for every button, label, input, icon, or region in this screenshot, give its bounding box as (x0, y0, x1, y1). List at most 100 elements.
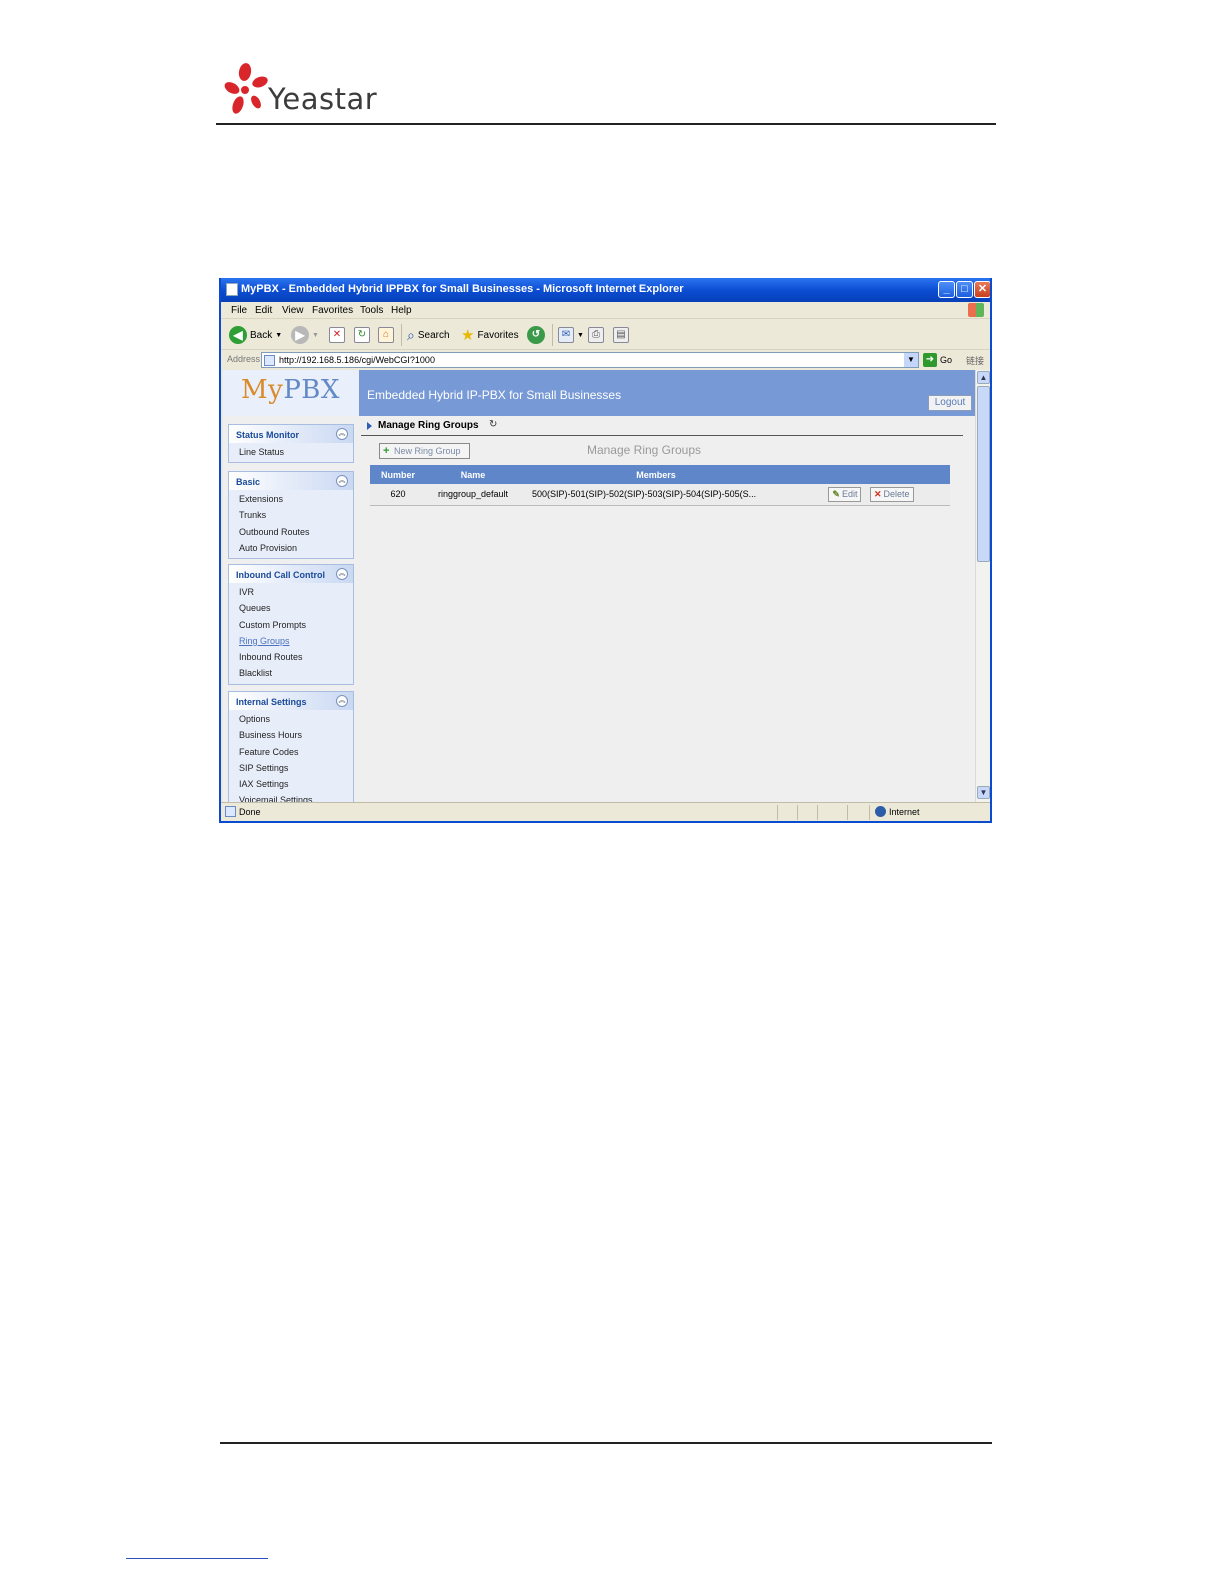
edit-button[interactable]: ✎ Edit (828, 486, 862, 502)
sidebar-item-ivr[interactable]: IVR (239, 584, 353, 600)
sidebar-item-line-status[interactable]: Line Status (239, 444, 353, 460)
scroll-thumb[interactable] (977, 386, 990, 562)
sidebar-item-queues[interactable]: Queues (239, 600, 353, 616)
window-title: MyPBX - Embedded Hybrid IPPBX for Small … (241, 283, 684, 295)
go-button[interactable]: ➜ Go (923, 353, 952, 367)
minimize-button[interactable]: _ (938, 281, 955, 298)
page-icon (264, 355, 275, 366)
menu-edit[interactable]: Edit (255, 305, 272, 316)
status-bar: Done Internet (221, 802, 990, 821)
app-slogan: Embedded Hybrid IP-PBX for Small Busines… (367, 388, 622, 402)
menu-view[interactable]: View (282, 305, 304, 316)
scroll-up-icon[interactable]: ▲ (977, 371, 990, 384)
mail-button[interactable]: ✉ ▼ (558, 325, 584, 345)
collapse-icon[interactable]: ︽ (336, 475, 348, 487)
column-header-members: Members (520, 465, 792, 484)
maximize-button[interactable]: □ (956, 281, 973, 298)
favorites-button[interactable]: ★ Favorites (461, 325, 519, 345)
print-button[interactable]: ⎙ (588, 325, 604, 345)
sidebar-item-auto-provision[interactable]: Auto Provision (239, 540, 353, 556)
sidebar-item-options[interactable]: Options (239, 711, 353, 727)
sidebar-item-iax-settings[interactable]: IAX Settings (239, 776, 353, 792)
status-divider (847, 805, 848, 820)
nav-group-internal-settings: Internal Settings ︽ Options Business Hou… (228, 691, 354, 802)
nav-group-header[interactable]: Internal Settings ︽ (229, 692, 353, 710)
address-url: http://192.168.5.186/cgi/WebCGI?1000 (279, 355, 435, 365)
sidebar-item-inbound-routes[interactable]: Inbound Routes (239, 649, 353, 665)
column-header-name: Name (426, 465, 520, 484)
refresh-icon[interactable]: ↻ (489, 419, 497, 430)
close-button[interactable]: ✕ (974, 281, 990, 298)
app-header: Embedded Hybrid IP-PBX for Small Busines… (359, 370, 975, 416)
back-arrow-icon: ◀ (229, 326, 247, 344)
scroll-down-icon[interactable]: ▼ (977, 786, 990, 799)
column-header-actions (792, 465, 950, 484)
cell-actions: ✎ Edit ✕ Delete (792, 484, 950, 506)
collapse-icon[interactable]: ︽ (336, 568, 348, 580)
menu-file[interactable]: File (231, 305, 247, 316)
stop-button[interactable]: ✕ (329, 325, 345, 345)
nav-group-inbound-call-control: Inbound Call Control ︽ IVR Queues Custom… (228, 564, 354, 685)
sidebar-item-feature-codes[interactable]: Feature Codes (239, 744, 353, 760)
page-viewport: MyPBX Embedded Hybrid IP-PBX for Small B… (223, 370, 975, 802)
refresh-icon: ↻ (354, 327, 370, 343)
nav-group-title: Basic (236, 477, 261, 487)
sidebar-item-outbound-routes[interactable]: Outbound Routes (239, 524, 353, 540)
links-label[interactable]: 链接 (966, 354, 984, 367)
home-button[interactable]: ⌂ (378, 325, 394, 345)
sidebar-item-ring-groups[interactable]: Ring Groups (239, 633, 353, 649)
logout-button[interactable]: Logout (928, 395, 972, 411)
cell-number: 620 (370, 484, 426, 506)
yeastar-logo-text: Yeastar (268, 82, 378, 116)
edit-label: Edit (841, 488, 858, 499)
sidebar-item-sip-settings[interactable]: SIP Settings (239, 760, 353, 776)
delete-label: Delete (883, 488, 910, 499)
sidebar-item-extensions[interactable]: Extensions (239, 491, 353, 507)
nav-group-header[interactable]: Basic ︽ (229, 472, 353, 490)
page-title: Manage Ring Groups (586, 443, 702, 457)
search-button[interactable]: ⌕ Search (407, 325, 450, 345)
nav-group-title: Status Monitor (236, 430, 299, 440)
sidebar-item-business-hours[interactable]: Business Hours (239, 727, 353, 743)
forward-dropdown-icon: ▼ (312, 331, 319, 339)
nav-group-title: Internal Settings (236, 697, 307, 707)
address-dropdown-icon[interactable]: ▼ (904, 353, 918, 367)
globe-icon (875, 806, 886, 817)
toolbar: ◀ Back ▼ ▶ ▼ ✕ ↻ ⌂ ⌕ Search ★ Favorites … (221, 320, 990, 350)
cell-members: 500(SIP)-501(SIP)-502(SIP)-503(SIP)-504(… (520, 484, 792, 506)
home-icon: ⌂ (378, 327, 394, 343)
browser-window: MyPBX - Embedded Hybrid IPPBX for Small … (219, 278, 992, 823)
vertical-scrollbar[interactable]: ▲ ▼ (975, 370, 990, 802)
sidebar-item-blacklist[interactable]: Blacklist (239, 665, 353, 681)
address-input[interactable]: http://192.168.5.186/cgi/WebCGI?1000 ▼ (261, 352, 919, 368)
title-bar[interactable]: MyPBX - Embedded Hybrid IPPBX for Small … (221, 278, 990, 302)
delete-button[interactable]: ✕ Delete (870, 486, 914, 502)
go-arrow-icon: ➜ (923, 353, 937, 367)
nav-group-header[interactable]: Inbound Call Control ︽ (229, 565, 353, 583)
sidebar-item-custom-prompts[interactable]: Custom Prompts (239, 617, 353, 633)
menu-help[interactable]: Help (391, 305, 412, 316)
menu-tools[interactable]: Tools (360, 305, 383, 316)
back-button[interactable]: ◀ Back ▼ (229, 325, 282, 345)
ring-groups-table: Number Name Members 620 ringgroup_defaul… (370, 465, 950, 506)
history-button[interactable]: ↺ (527, 325, 545, 345)
table-row: 620 ringgroup_default 500(SIP)-501(SIP)-… (370, 484, 950, 506)
collapse-icon[interactable]: ︽ (336, 428, 348, 440)
sidebar-item-trunks[interactable]: Trunks (239, 507, 353, 523)
delete-icon: ✕ (874, 488, 882, 499)
nav-group-header[interactable]: Status Monitor ︽ (229, 425, 353, 443)
toolbar-separator (552, 324, 553, 346)
menu-favorites[interactable]: Favorites (312, 305, 353, 316)
arrow-right-icon (367, 422, 372, 430)
sidebar-item-voicemail-settings[interactable]: Voicemail Settings (239, 792, 353, 802)
edit-page-button[interactable]: ▤ (613, 325, 629, 345)
refresh-button[interactable]: ↻ (354, 325, 370, 345)
edit-page-icon: ▤ (613, 327, 629, 343)
collapse-icon[interactable]: ︽ (336, 695, 348, 707)
mypbx-brand: MyPBX (241, 375, 340, 405)
nav-group-status-monitor: Status Monitor ︽ Line Status (228, 424, 354, 464)
nav-group-basic: Basic ︽ Extensions Trunks Outbound Route… (228, 471, 354, 560)
back-label: Back (250, 329, 273, 341)
table-header-row: Number Name Members (370, 465, 950, 484)
forward-button[interactable]: ▶ ▼ (291, 325, 319, 345)
